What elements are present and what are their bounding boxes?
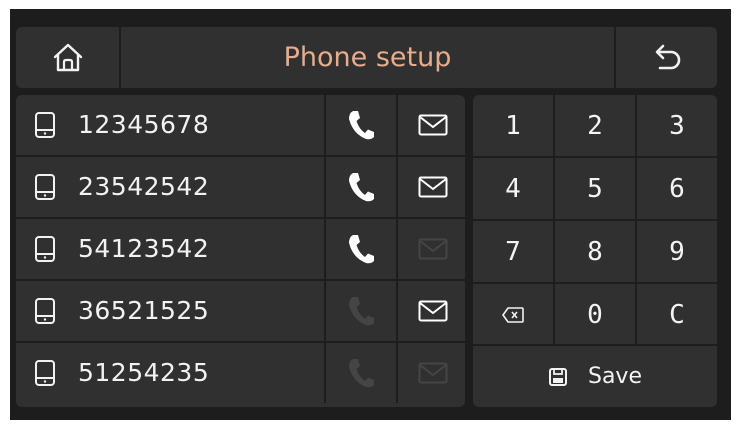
backspace-key[interactable]	[473, 284, 553, 345]
digit-key-1[interactable]: 1	[473, 95, 553, 156]
contact-number[interactable]: 51254235	[78, 343, 209, 403]
phone-call-icon	[349, 235, 374, 264]
contact-row[interactable]: 36521525	[16, 281, 465, 343]
header-bar: Phone setup	[16, 27, 717, 88]
floppy-disk-icon	[548, 367, 567, 386]
contact-row[interactable]: 54123542	[16, 219, 465, 281]
digit-key-3[interactable]: 3	[637, 95, 717, 156]
back-button[interactable]	[614, 27, 719, 88]
home-icon	[53, 43, 82, 71]
undo-arrow-icon	[655, 44, 680, 69]
clear-key[interactable]: C	[637, 284, 717, 345]
call-toggle[interactable]	[324, 281, 396, 341]
envelope-icon	[418, 114, 447, 136]
envelope-icon	[418, 300, 447, 322]
backspace-icon	[502, 306, 524, 323]
contact-row[interactable]: 23542542	[16, 157, 465, 219]
mobile-phone-icon	[35, 174, 55, 200]
call-toggle[interactable]	[324, 157, 396, 217]
message-toggle[interactable]	[396, 281, 465, 341]
digit-key-4[interactable]: 4	[473, 158, 553, 219]
page-title: Phone setup	[283, 42, 452, 73]
call-toggle[interactable]	[324, 95, 396, 155]
mobile-phone-icon	[35, 360, 55, 386]
digit-key-9[interactable]: 9	[637, 221, 717, 282]
message-toggle[interactable]	[396, 219, 465, 279]
home-button[interactable]	[16, 27, 121, 88]
call-toggle[interactable]	[324, 343, 396, 403]
keypad-divider	[473, 344, 717, 346]
digit-key-2[interactable]: 2	[555, 95, 635, 156]
contact-row[interactable]: 12345678	[16, 95, 465, 157]
mobile-phone-icon	[35, 298, 55, 324]
keypad-divider	[473, 282, 717, 284]
keypad-divider	[473, 219, 717, 221]
keypad: 123 456 7890C Save	[473, 95, 717, 407]
envelope-icon	[418, 238, 447, 260]
mobile-phone-icon	[35, 112, 55, 138]
phone-call-icon	[349, 173, 374, 202]
mobile-phone-icon	[35, 236, 55, 262]
contact-number[interactable]: 36521525	[78, 281, 209, 341]
digit-key-8[interactable]: 8	[555, 221, 635, 282]
contact-number[interactable]: 23542542	[78, 157, 209, 217]
message-toggle[interactable]	[396, 157, 465, 217]
phone-call-icon	[349, 359, 374, 388]
call-toggle[interactable]	[324, 219, 396, 279]
contact-list: 12345678 23542542 54123542 36521525 51254235	[16, 95, 465, 407]
phone-call-icon	[349, 297, 374, 326]
envelope-icon	[418, 362, 447, 384]
keypad-divider	[473, 156, 717, 158]
envelope-icon	[418, 176, 447, 198]
save-label: Save	[587, 364, 642, 389]
save-button[interactable]: Save	[473, 346, 717, 407]
contact-number[interactable]: 54123542	[78, 219, 209, 279]
contact-number[interactable]: 12345678	[78, 95, 209, 155]
digit-key-7[interactable]: 7	[473, 221, 553, 282]
message-toggle[interactable]	[396, 343, 465, 403]
digit-key-5[interactable]: 5	[555, 158, 635, 219]
message-toggle[interactable]	[396, 95, 465, 155]
contact-row[interactable]: 51254235	[16, 343, 465, 403]
phone-call-icon	[349, 111, 374, 140]
digit-key-6[interactable]: 6	[637, 158, 717, 219]
digit-key-0[interactable]: 0	[555, 284, 635, 345]
